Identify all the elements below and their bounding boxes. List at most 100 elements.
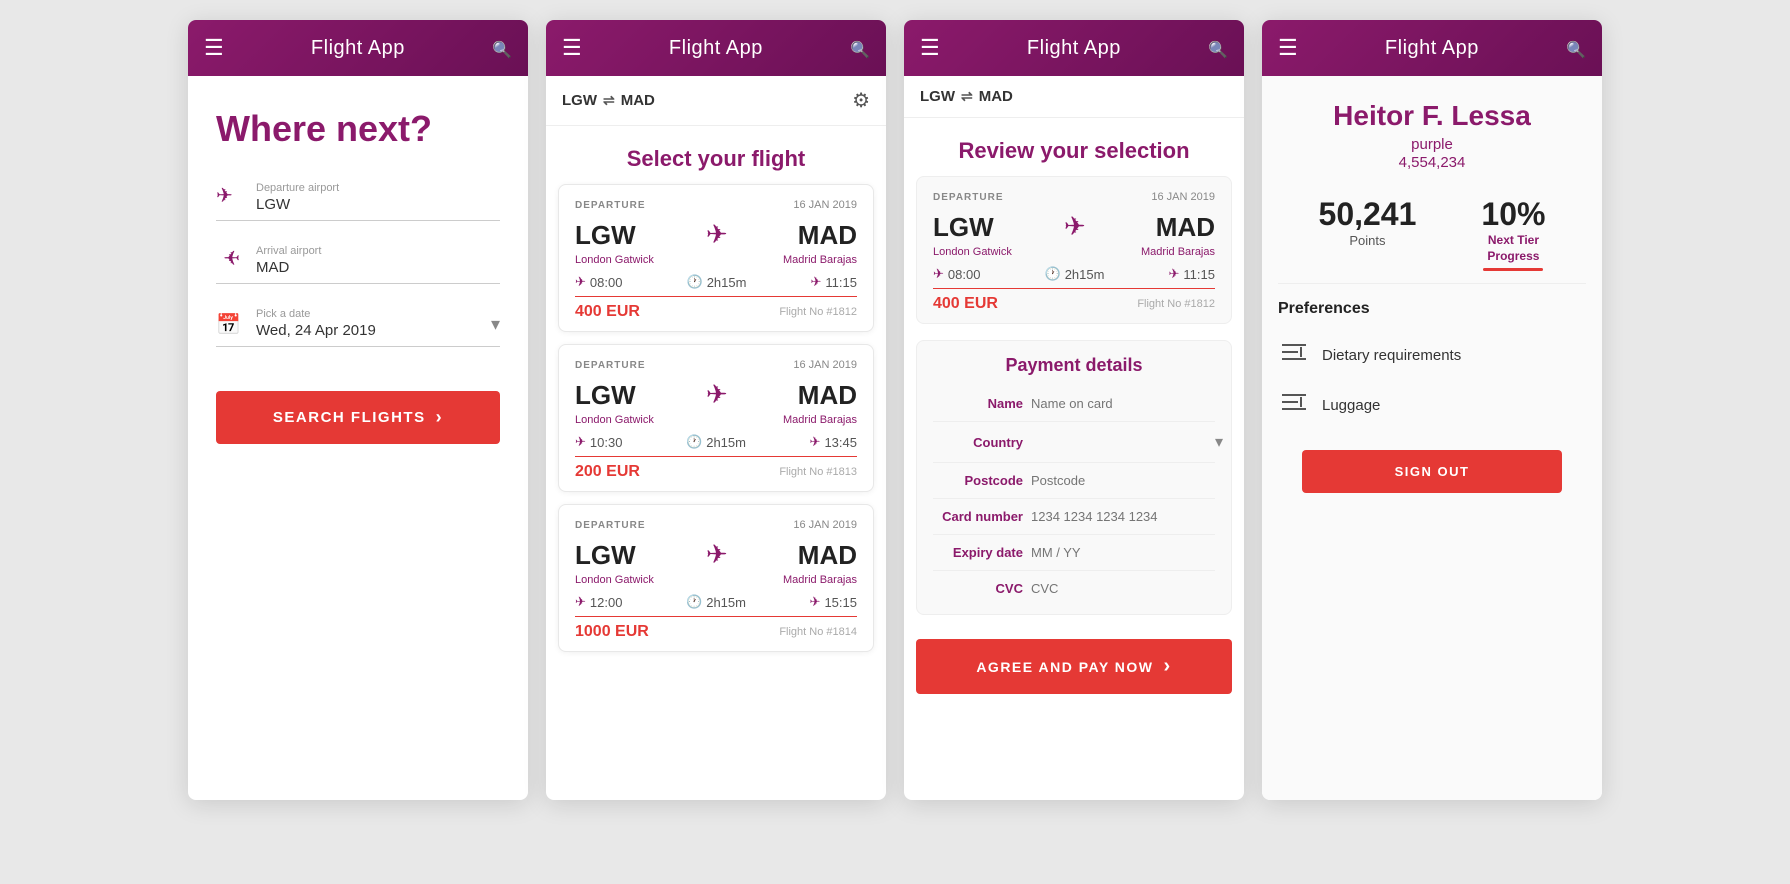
flight3-price: 1000 EUR: [575, 623, 649, 641]
payment-postcode-row[interactable]: Postcode: [933, 463, 1215, 499]
payment-card-input[interactable]: [1031, 509, 1215, 524]
payment-expiry-label: Expiry date: [933, 545, 1023, 560]
svg-text:✈: ✈: [216, 185, 233, 206]
flight1-price: 400 EUR: [575, 303, 640, 321]
payment-postcode-input[interactable]: [1031, 473, 1215, 488]
country-dropdown-icon[interactable]: ▾: [1215, 432, 1223, 452]
dietary-icon: [1278, 340, 1310, 370]
flights-screen: Select your flight DEPARTURE 16 JAN 2019…: [546, 126, 886, 800]
departure-field[interactable]: ✈ Departure airport LGW: [216, 182, 500, 221]
payment-cvc-row[interactable]: CVC: [933, 571, 1215, 606]
departure-value: LGW: [256, 196, 290, 213]
preferences-title: Preferences: [1262, 300, 1602, 330]
dietary-item[interactable]: Dietary requirements: [1262, 330, 1602, 380]
flight2-no: Flight No #1813: [779, 466, 857, 478]
points-label: Points: [1319, 233, 1417, 248]
arrival-icon: ✈: [216, 247, 244, 275]
flight1-to-code: MAD: [798, 222, 857, 248]
luggage-item[interactable]: Luggage: [1262, 380, 1602, 430]
flight3-duration: 🕐 2h15m: [630, 594, 801, 610]
flight-card-1[interactable]: DEPARTURE 16 JAN 2019 LGW ✈ MAD London G…: [558, 184, 874, 332]
date-value: Wed, 24 Apr 2019: [256, 322, 376, 339]
tier-progress-value: 10%: [1481, 196, 1545, 233]
luggage-icon: [1278, 390, 1310, 420]
screen2-route: LGW ⇌ MAD: [562, 92, 655, 109]
date-label: Pick a date: [256, 308, 479, 320]
departure-content: Departure airport LGW: [256, 182, 500, 214]
screen2-hamburger-icon[interactable]: [562, 35, 582, 61]
payment-cvc-input[interactable]: [1031, 581, 1215, 596]
screen2-search-icon[interactable]: [850, 35, 870, 61]
review-dep-date: 16 JAN 2019: [1151, 191, 1215, 203]
payment-name-input[interactable]: [1031, 396, 1215, 411]
search-screen: Where next? ✈ Departure airport LGW ✈ Ar…: [188, 76, 528, 800]
screen3-search-icon[interactable]: [1208, 35, 1228, 61]
review-plane-icon: ✈: [1006, 211, 1144, 242]
flight1-dep-time: ✈ 08:00: [575, 274, 622, 290]
flight3-no: Flight No #1814: [779, 626, 857, 638]
payment-card-row[interactable]: Card number: [933, 499, 1215, 535]
screen3-from: LGW: [920, 88, 955, 105]
filter-icon[interactable]: ⚙: [852, 88, 870, 113]
calendar-icon: 📅: [216, 312, 244, 337]
screen3-hamburger-icon[interactable]: [920, 35, 940, 61]
review-from-code: LGW: [933, 214, 994, 240]
flight3-footer: 1000 EUR Flight No #1814: [575, 616, 857, 641]
screen4-search-icon[interactable]: [1566, 35, 1586, 61]
review-duration: 🕐 2h15m: [988, 266, 1160, 282]
search-flights-button[interactable]: SEARCH FLIGHTS ›: [216, 391, 500, 444]
payment-expiry-input[interactable]: [1031, 545, 1215, 560]
payment-name-row[interactable]: Name: [933, 386, 1215, 422]
payment-postcode-label: Postcode: [933, 473, 1023, 488]
review-to-city: Madrid Barajas: [1141, 246, 1215, 258]
flight2-clock-icon: 🕐: [686, 434, 702, 450]
flight2-to-city: Madrid Barajas: [783, 414, 857, 426]
flight2-dep-label: DEPARTURE: [575, 360, 645, 371]
review-route: LGW ✈ MAD: [933, 211, 1215, 242]
flight2-from-code: LGW: [575, 382, 636, 408]
payment-expiry-row[interactable]: Expiry date: [933, 535, 1215, 571]
payment-name-label: Name: [933, 396, 1023, 411]
search-arrow-icon: ›: [436, 407, 444, 428]
date-field[interactable]: 📅 Pick a date Wed, 24 Apr 2019 ▾: [216, 308, 500, 347]
flight2-to-code: MAD: [798, 382, 857, 408]
review-flight-no: Flight No #1812: [1137, 298, 1215, 310]
review-from-city: London Gatwick: [933, 246, 1012, 258]
arrival-label: Arrival airport: [256, 245, 500, 257]
flight-card-3[interactable]: DEPARTURE 16 JAN 2019 LGW ✈ MAD London G…: [558, 504, 874, 652]
flight1-route: LGW ✈ MAD: [575, 219, 857, 250]
arrival-field[interactable]: ✈ Arrival airport MAD: [216, 245, 500, 284]
screen2-to: MAD: [621, 92, 655, 109]
screen2-title: Flight App: [669, 37, 763, 60]
review-arr-time: ✈ 11:15: [1169, 266, 1215, 282]
flight-card-2[interactable]: DEPARTURE 16 JAN 2019 LGW ✈ MAD London G…: [558, 344, 874, 492]
flight-card-2-header: DEPARTURE 16 JAN 2019: [575, 359, 857, 371]
dropdown-arrow-icon: ▾: [491, 314, 500, 335]
flight-card-1-header: DEPARTURE 16 JAN 2019: [575, 199, 857, 211]
svg-text:✈: ✈: [223, 248, 240, 269]
flight3-date: 16 JAN 2019: [793, 519, 857, 531]
review-times: ✈ 08:00 🕐 2h15m ✈ 11:15: [933, 266, 1215, 282]
sign-out-button[interactable]: SIGN OUT: [1302, 450, 1562, 493]
flight1-times: ✈ 08:00 🕐 2h15m ✈ 11:15: [575, 274, 857, 290]
review-arr-icon: ✈: [1169, 266, 1180, 282]
flight1-to-city: Madrid Barajas: [783, 254, 857, 266]
profile-tier-label: purple: [1411, 136, 1453, 153]
flights-title: Select your flight: [546, 126, 886, 184]
flight3-to-code: MAD: [798, 542, 857, 568]
flight3-route: LGW ✈ MAD: [575, 539, 857, 570]
flight1-plane-icon: ✈: [648, 219, 786, 250]
payment-title: Payment details: [933, 349, 1215, 376]
search-icon[interactable]: [492, 35, 512, 61]
screen4-title: Flight App: [1385, 37, 1479, 60]
screen4-hamburger-icon[interactable]: [1278, 35, 1298, 61]
flight2-duration: 🕐 2h15m: [630, 434, 801, 450]
flight2-footer: 200 EUR Flight No #1813: [575, 456, 857, 481]
pay-now-button[interactable]: AGREE AND PAY NOW ›: [916, 639, 1232, 694]
flight3-arr-time: ✈ 15:15: [810, 594, 857, 610]
hamburger-icon[interactable]: [204, 35, 224, 61]
payment-country-input[interactable]: [1031, 435, 1207, 450]
payment-country-row[interactable]: Country ▾: [933, 422, 1215, 463]
flight3-from-city: London Gatwick: [575, 574, 654, 586]
screen4-appbar: Flight App: [1262, 20, 1602, 76]
